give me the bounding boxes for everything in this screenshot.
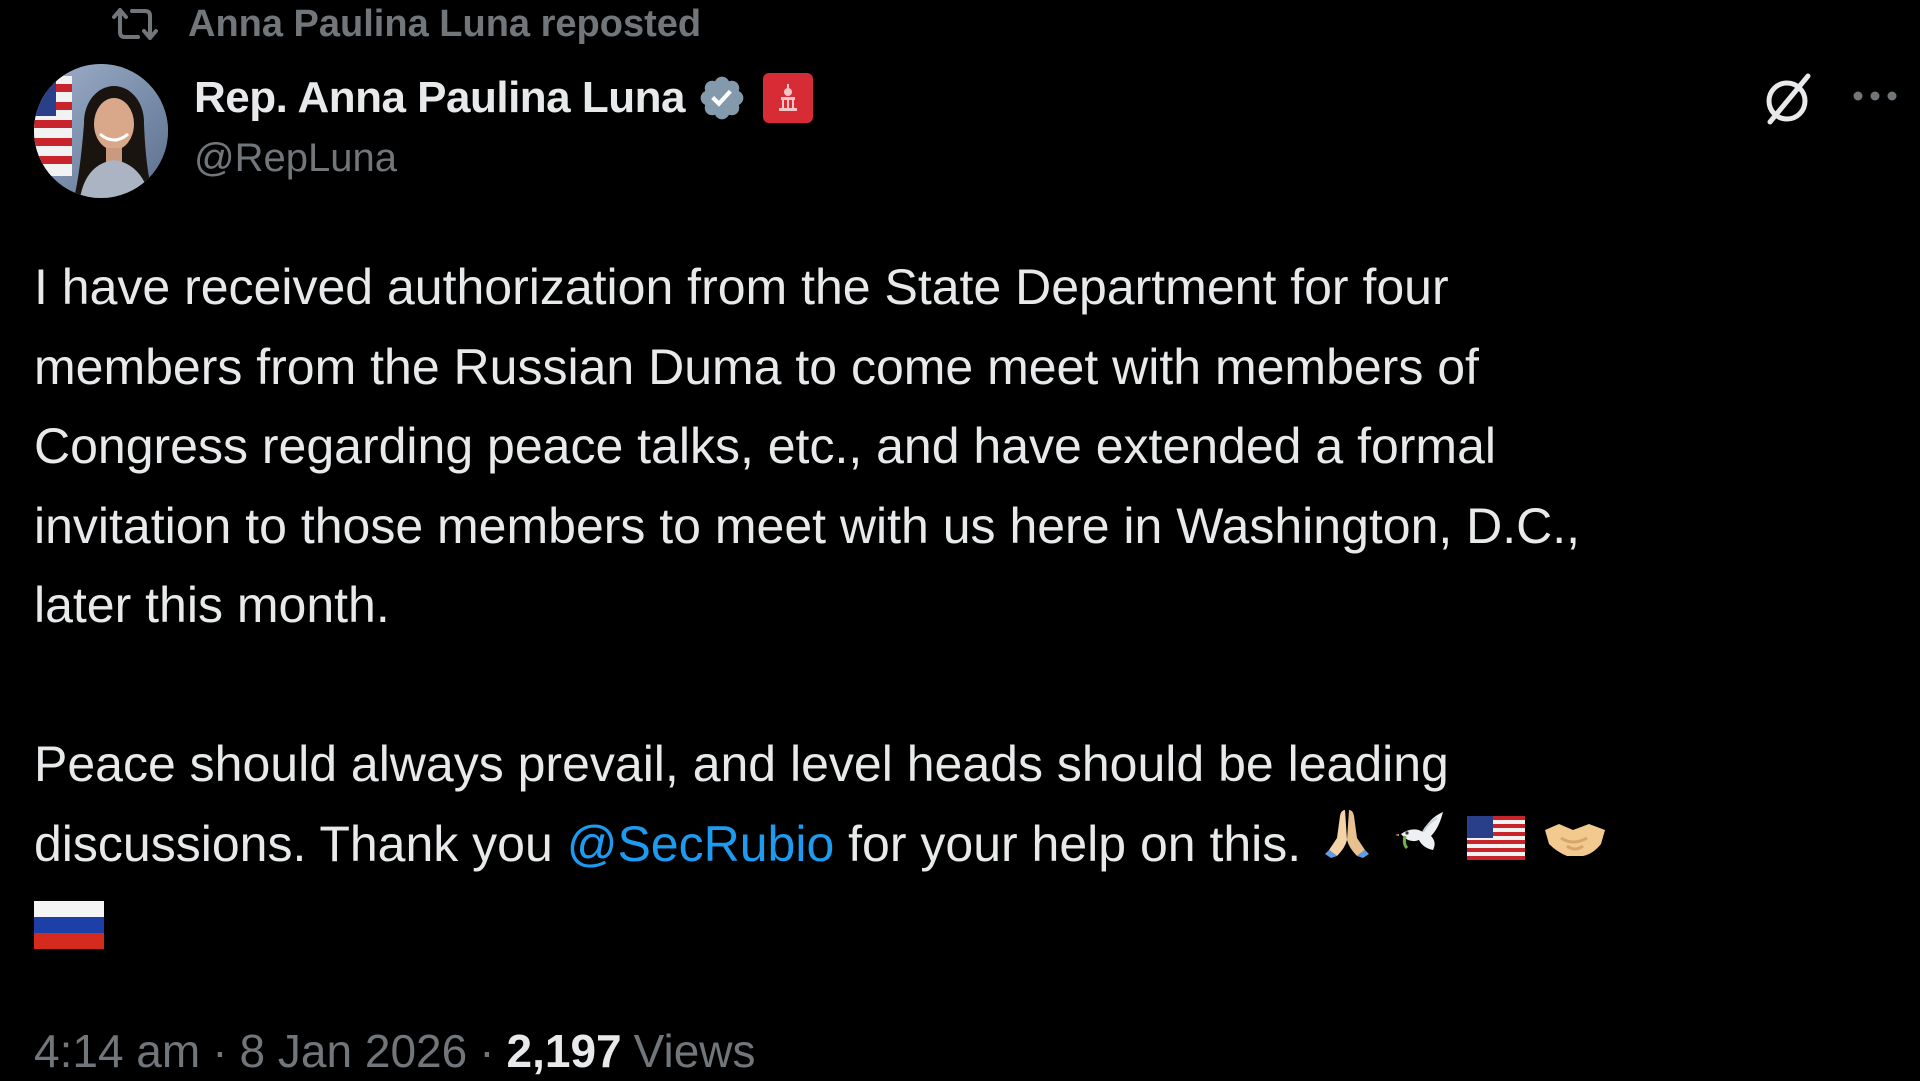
- dove-emoji: [1393, 804, 1449, 884]
- tweet-time[interactable]: 4:14 am: [34, 1024, 200, 1078]
- tweet-text-line: Peace should always prevail, and level h…: [34, 736, 1449, 792]
- author-display-name[interactable]: Rep. Anna Paulina Luna: [194, 73, 685, 123]
- separator: ·: [212, 1025, 228, 1077]
- more-options-icon[interactable]: [1848, 76, 1902, 116]
- tweet-text-line: I have received authorization from the S…: [34, 259, 1449, 315]
- us-house-badge-icon[interactable]: [762, 73, 813, 123]
- handshake-emoji: [1543, 804, 1607, 884]
- grok-icon[interactable]: [1756, 68, 1818, 130]
- tweet-metadata: 4:14 am · 8 Jan 2026 · 2,197 Views: [34, 1024, 756, 1078]
- tweet-text-line: [34, 884, 1894, 964]
- separator: ·: [479, 1025, 495, 1077]
- views-label: Views: [633, 1025, 756, 1077]
- tweet-text-segment: for your help on this.: [834, 815, 1302, 872]
- repost-label: Anna Paulina Luna reposted: [188, 2, 702, 45]
- tweet-text-line: Congress regarding peace talks, etc., an…: [34, 418, 1496, 474]
- verified-badge-icon[interactable]: [697, 73, 747, 123]
- mention-link[interactable]: @SecRubio: [567, 816, 835, 872]
- tweet-text-line: later this month.: [34, 577, 390, 633]
- us-flag-emoji: [1467, 804, 1526, 884]
- tweet-text: I have received authorization from the S…: [34, 248, 1894, 964]
- tweet-text-line: invitation to those members to meet with…: [34, 497, 1581, 554]
- tweet-text-segment: discussions. Thank you: [34, 815, 567, 872]
- repost-icon: [112, 4, 164, 44]
- avatar[interactable]: [34, 64, 168, 198]
- tweet-text-line: members from the Russian Duma to come me…: [34, 338, 1479, 395]
- folded-hands-emoji: [1319, 804, 1375, 884]
- name-row: Rep. Anna Paulina Luna: [194, 68, 813, 128]
- russia-flag-emoji: [34, 893, 104, 973]
- repost-header[interactable]: Anna Paulina Luna reposted: [112, 2, 701, 46]
- tweet-date[interactable]: 8 Jan 2026: [240, 1024, 468, 1078]
- author-handle[interactable]: @RepLuna: [194, 136, 813, 181]
- tweet-text-line: discussions. Thank you @SecRubio for you…: [34, 805, 1894, 885]
- views-count[interactable]: 2,197: [507, 1024, 622, 1078]
- author-block: Rep. Anna Paulina Luna @RepLuna: [194, 68, 813, 181]
